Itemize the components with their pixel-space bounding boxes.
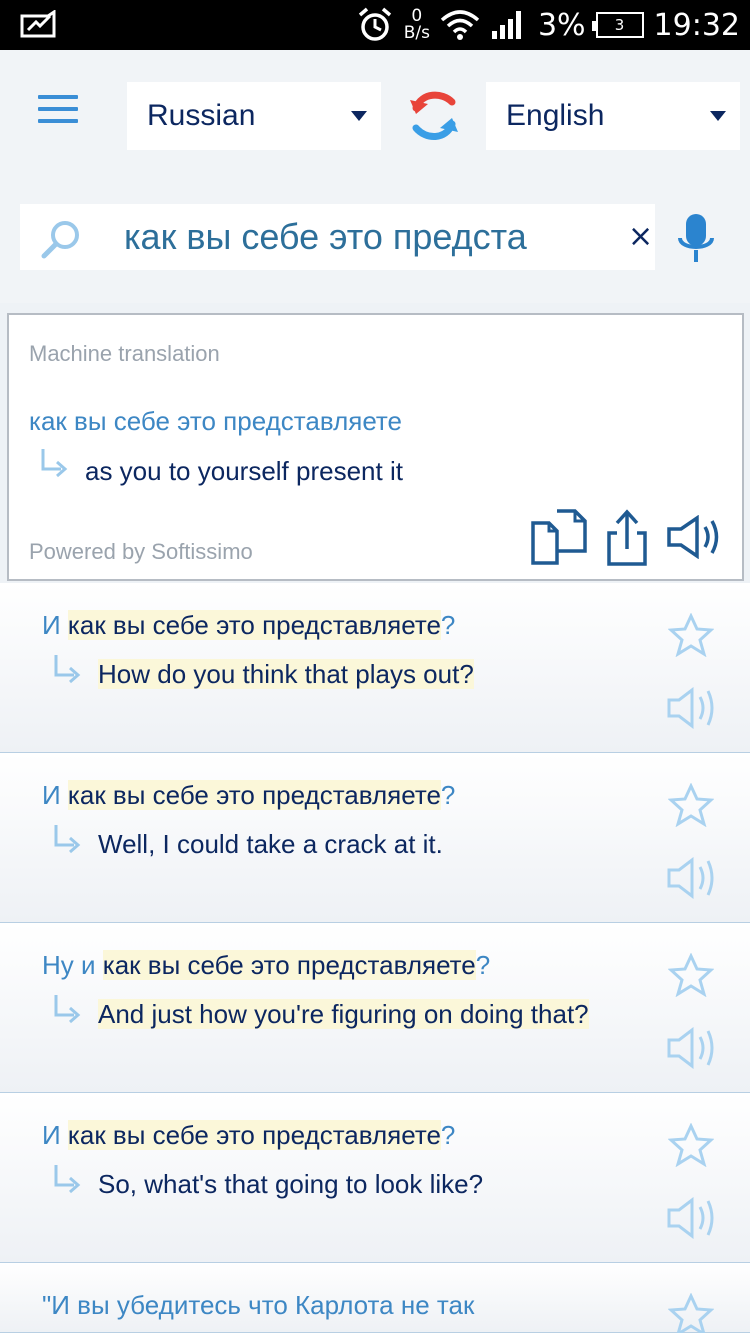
wifi-icon xyxy=(440,10,480,40)
return-arrow-icon xyxy=(54,1165,81,1194)
example-source: Ну и как вы себе это представляете? xyxy=(42,950,491,980)
example-source: И как вы себе это представляете? xyxy=(42,1120,456,1150)
status-icons: 0 B/s 3% 3 19:32 xyxy=(356,0,740,50)
example-translation: Well, I could take a crack at it. xyxy=(98,829,443,859)
list-item[interactable]: И как вы себе это представляете? Well, I… xyxy=(0,753,750,923)
example-translation: How do you think that plays out? xyxy=(98,659,474,689)
source-language-label: Russian xyxy=(147,99,256,132)
speed-unit: B/s xyxy=(403,23,430,43)
powered-by-label: Powered by Softissimo xyxy=(29,539,253,564)
highlighted-phrase: как вы себе это представляете xyxy=(67,780,441,810)
return-arrow-icon xyxy=(54,995,81,1024)
search-icon xyxy=(41,221,79,259)
star-icon[interactable] xyxy=(668,783,714,827)
highlighted-phrase: как вы себе это представляете xyxy=(102,950,476,980)
star-icon[interactable] xyxy=(668,1293,714,1333)
alarm-icon xyxy=(358,7,391,41)
machine-translation-card: Machine translation как вы себе это пред… xyxy=(7,313,744,581)
chevron-down-icon xyxy=(351,111,367,121)
speaker-icon[interactable] xyxy=(665,515,727,559)
battery-percent: 3% xyxy=(537,7,586,43)
status-bar: 0 B/s 3% 3 19:32 xyxy=(0,0,750,50)
target-language-label: English xyxy=(506,99,605,132)
return-arrow-icon xyxy=(54,655,81,684)
list-item[interactable]: Ну и как вы себе это представляете? And … xyxy=(0,923,750,1093)
clear-search-button[interactable]: × xyxy=(628,220,653,254)
return-arrow-icon xyxy=(41,449,68,478)
source-language-select[interactable]: Russian xyxy=(127,82,381,150)
battery-level: 3 xyxy=(614,16,625,34)
search-box: × xyxy=(20,204,655,270)
microphone-icon[interactable] xyxy=(676,212,716,266)
example-source: И как вы себе это представляете? xyxy=(42,610,456,640)
star-icon[interactable] xyxy=(668,1123,714,1167)
return-arrow-icon xyxy=(54,825,81,854)
menu-button[interactable] xyxy=(38,95,78,125)
list-item[interactable]: И как вы себе это представляете? How do … xyxy=(0,583,750,753)
speaker-icon[interactable] xyxy=(666,1197,720,1239)
example-translation: So, what's that going to look like? xyxy=(98,1169,484,1199)
clock: 19:32 xyxy=(653,7,740,43)
search-input[interactable] xyxy=(124,210,614,264)
list-item[interactable]: "И вы убедитесь что Карлота не так xyxy=(0,1263,750,1333)
star-icon[interactable] xyxy=(668,613,714,657)
swap-languages-icon[interactable] xyxy=(408,88,460,144)
speaker-icon[interactable] xyxy=(666,857,720,899)
notification-icon xyxy=(20,10,56,38)
machine-translation-caption: Machine translation xyxy=(29,341,220,366)
speaker-icon[interactable] xyxy=(666,1027,720,1069)
battery-icon: 3 xyxy=(591,12,644,38)
signal-icon xyxy=(491,11,521,39)
example-translation: And just how you're figuring on doing th… xyxy=(98,999,589,1029)
machine-translation-result: as you to yourself present it xyxy=(85,456,403,486)
target-language-select[interactable]: English xyxy=(486,82,740,150)
example-source: "И вы убедитесь что Карлота не так xyxy=(42,1290,475,1320)
copy-icon[interactable] xyxy=(529,509,589,565)
machine-translation-source: как вы себе это представляете xyxy=(29,406,402,436)
speaker-icon[interactable] xyxy=(666,687,720,729)
hamburger-icon xyxy=(38,95,78,99)
network-speed: 0 B/s xyxy=(404,8,430,42)
highlighted-phrase: как вы себе это представляете xyxy=(67,1120,441,1150)
list-item[interactable]: И как вы себе это представляете? So, wha… xyxy=(0,1093,750,1263)
examples-list: И как вы себе это представляете? How do … xyxy=(0,583,750,1333)
example-source: И как вы себе это представляете? xyxy=(42,780,456,810)
star-icon[interactable] xyxy=(668,953,714,997)
highlighted-phrase: как вы себе это представляете xyxy=(67,610,441,640)
chevron-down-icon xyxy=(710,111,726,121)
share-icon[interactable] xyxy=(605,509,649,567)
